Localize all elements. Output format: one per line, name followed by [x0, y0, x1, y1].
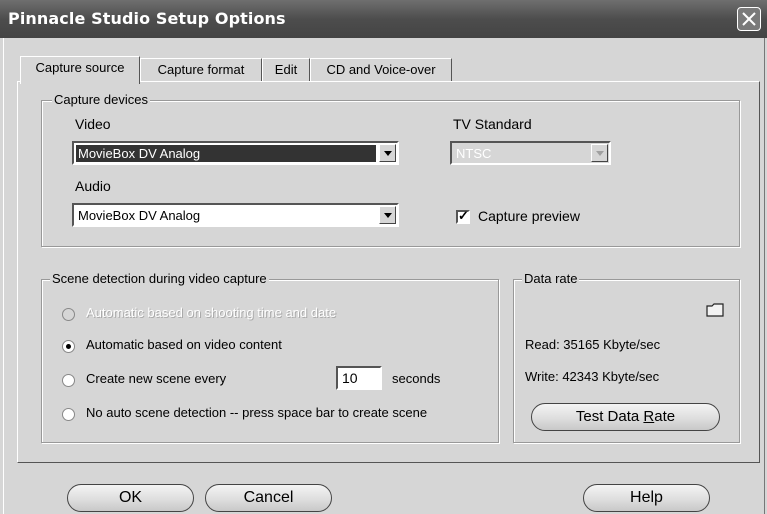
scene-detection-label: Scene detection during video capture [50, 271, 269, 286]
tab-capture-source[interactable]: Capture source [20, 56, 140, 84]
video-label: Video [75, 116, 111, 132]
title-bar[interactable]: Pinnacle Studio Setup Options [0, 0, 767, 38]
help-button[interactable]: Help [583, 484, 710, 512]
data-rate-label: Data rate [522, 271, 580, 286]
tv-standard-select: NTSC [450, 141, 611, 165]
test-data-rate-accelerator: R [643, 408, 655, 425]
window-title: Pinnacle Studio Setup Options [8, 9, 286, 28]
radio-create-new-scene[interactable] [62, 374, 75, 387]
audio-device-select[interactable]: MovieBox DV Analog [72, 203, 399, 227]
capture-preview-checkbox[interactable] [456, 208, 470, 224]
video-device-select[interactable]: MovieBox DV Analog [72, 141, 399, 165]
audio-label: Audio [75, 178, 111, 194]
auto-video-content-label[interactable]: Automatic based on video content [86, 337, 282, 352]
tv-standard-value: NTSC [456, 146, 492, 161]
test-data-rate-button[interactable]: Test Data Rate [531, 403, 720, 431]
radio-no-auto-detection[interactable] [62, 408, 75, 421]
write-rate: Write: 42343 Kbyte/sec [525, 369, 660, 384]
capture-preview-label[interactable]: Capture preview [478, 208, 580, 224]
close-icon [742, 12, 756, 26]
ok-button[interactable]: OK [67, 484, 194, 512]
radio-auto-shooting-time [62, 308, 75, 321]
radio-auto-video-content[interactable] [62, 340, 75, 353]
no-auto-detection-label[interactable]: No auto scene detection -- press space b… [86, 405, 427, 420]
video-device-value: MovieBox DV Analog [76, 145, 376, 162]
tab-edit[interactable]: Edit [262, 58, 310, 82]
chevron-down-icon[interactable] [379, 206, 396, 224]
audio-device-value: MovieBox DV Analog [78, 208, 201, 223]
seconds-label: seconds [392, 371, 441, 386]
test-data-rate-label-end: ate [654, 408, 676, 425]
test-data-rate-label-start: Test Data [575, 408, 644, 425]
chevron-down-icon[interactable] [379, 144, 396, 162]
auto-shooting-time-label: Automatic based on shooting time and dat… [86, 305, 337, 320]
tab-cd-voice-over[interactable]: CD and Voice-over [310, 58, 452, 82]
close-button[interactable] [737, 7, 761, 31]
tv-standard-label: TV Standard [453, 116, 532, 132]
cancel-button[interactable]: Cancel [205, 484, 332, 512]
create-new-scene-label[interactable]: Create new scene every [86, 371, 226, 386]
chevron-down-icon [591, 144, 608, 162]
capture-devices-label: Capture devices [52, 92, 150, 107]
read-rate: Read: 35165 Kbyte/sec [525, 337, 661, 352]
scene-seconds-input[interactable]: 10 [336, 366, 382, 390]
setup-options-dialog: Pinnacle Studio Setup Options Capture so… [0, 0, 767, 514]
tab-capture-format[interactable]: Capture format [140, 58, 262, 82]
folder-icon[interactable] [706, 303, 724, 317]
